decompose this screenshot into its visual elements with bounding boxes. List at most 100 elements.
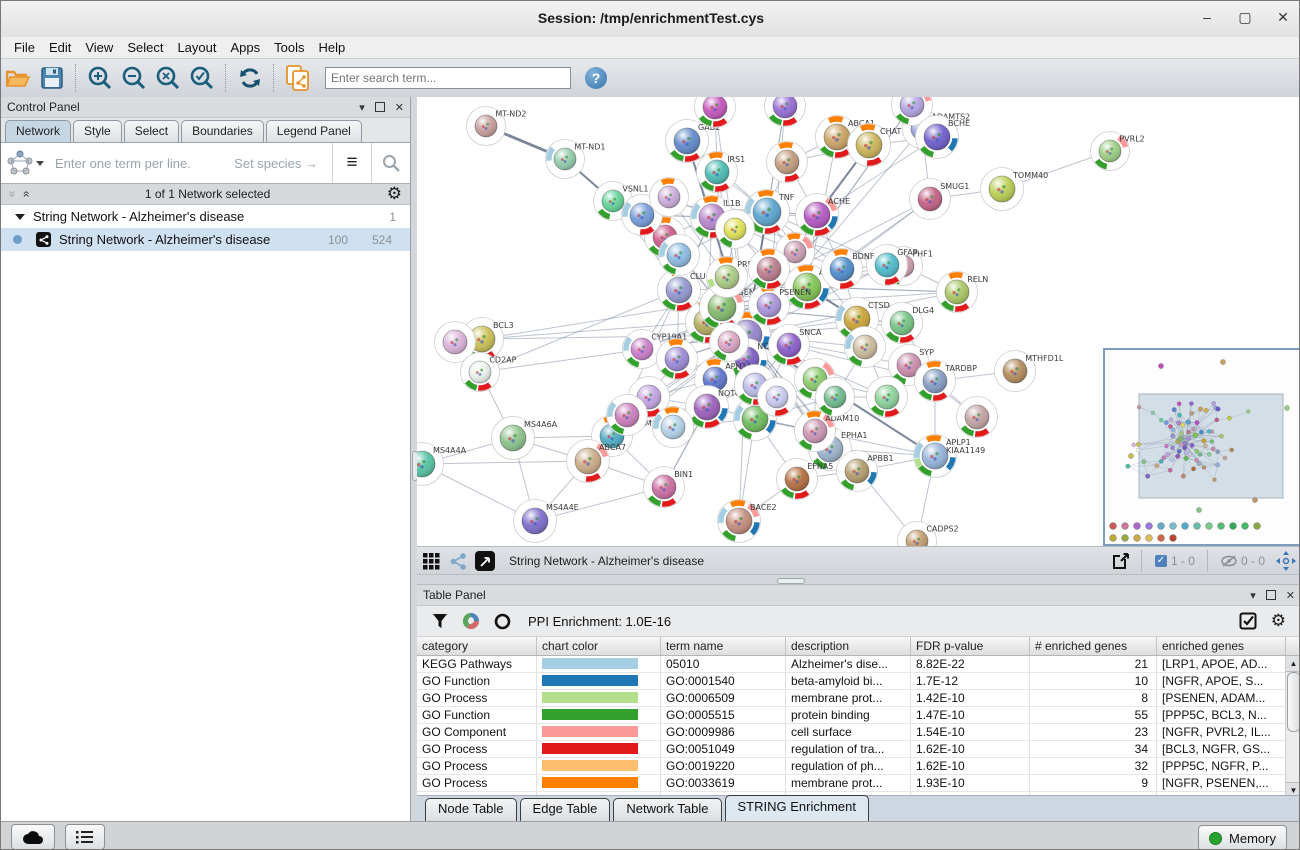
table-row[interactable]: GO FunctionGO:0001540beta-amyloid bi...1… [417,673,1300,690]
menu-view[interactable]: View [78,38,120,57]
network-node[interactable] [1175,454,1180,459]
network-node[interactable] [1155,463,1160,468]
network-node[interactable] [1189,401,1193,405]
network-node[interactable] [1184,450,1188,454]
network-list-gear-icon[interactable]: ⚙ [387,184,402,204]
network-node[interactable] [1198,453,1202,457]
network-node[interactable] [845,327,886,368]
network-node[interactable]: APBB1 [837,451,894,492]
network-node[interactable] [1179,431,1183,435]
species-hint[interactable]: Set species → [234,143,332,183]
table-row[interactable]: GO ProcessGO:0051049regulation of tra...… [417,741,1300,758]
network-canvas[interactable]: MT-ND2MT-ND1VSNL1GAB2IRS1ADAMTS2ABCA1CHA… [417,97,1300,546]
menu-layout[interactable]: Layout [170,38,223,57]
network-node[interactable] [1212,401,1216,405]
network-node[interactable] [1132,443,1136,447]
menu-file[interactable]: File [7,38,42,57]
zoom-selected-icon[interactable] [186,62,218,94]
network-node[interactable] [1169,418,1173,422]
network-node[interactable] [1191,467,1195,471]
network-node[interactable] [1184,456,1189,461]
table-vertical-scrollbar[interactable]: ▲ ▼ [1285,656,1300,798]
network-node[interactable]: MTHFD1L [995,351,1064,392]
expand-all-icon[interactable]: » [18,191,32,198]
network-node[interactable] [607,395,648,436]
pan-crosshair-icon[interactable] [1272,545,1300,577]
panel-menu-icon[interactable]: ▾ [1250,589,1256,602]
network-node[interactable]: CADPS2 [898,522,959,547]
tab-boundaries[interactable]: Boundaries [181,120,264,142]
network-node[interactable] [650,178,689,217]
network-node[interactable] [1171,428,1175,432]
network-node[interactable] [749,249,790,290]
network-node[interactable]: MS4A4A [417,443,467,486]
table-row[interactable]: GO ComponentGO:0009986cell surface1.54E-… [417,724,1300,741]
network-node[interactable] [1170,446,1174,450]
network-node[interactable] [1187,436,1191,440]
network-node[interactable] [1188,453,1192,457]
network-node[interactable]: BCHE [916,116,971,159]
network-node[interactable]: MT-ND1 [546,140,606,179]
clone-network-icon[interactable] [282,62,314,94]
network-node[interactable] [1207,452,1211,456]
network-node[interactable] [767,142,808,183]
table-row[interactable]: GO ProcessGO:0019220regulation of ph...1… [417,758,1300,775]
network-node[interactable] [1166,452,1170,456]
network-node[interactable] [1191,427,1195,431]
network-node[interactable] [1126,464,1131,469]
network-node[interactable] [1162,456,1166,460]
network-node[interactable] [1193,433,1198,438]
tab-edge-table[interactable]: Edge Table [520,798,611,821]
close-button[interactable]: ✕ [1275,9,1291,26]
network-node[interactable] [1227,416,1232,421]
network-node[interactable] [1171,434,1176,439]
column-header[interactable]: chart color [537,637,661,655]
network-node[interactable] [1159,418,1163,422]
string-logo[interactable] [1,143,49,183]
grid-mode-icon[interactable] [418,545,444,577]
column-select-icon[interactable] [1239,612,1257,630]
network-node[interactable]: DLG4 [882,303,935,344]
save-session-icon[interactable] [36,62,68,94]
network-node[interactable] [1223,456,1227,460]
table-settings-gear-icon[interactable]: ⚙ [1271,611,1286,631]
menu-tools[interactable]: Tools [267,38,311,57]
string-query-input[interactable]: Enter one term per line. [49,143,234,183]
network-node[interactable] [1177,449,1181,453]
network-node[interactable] [1145,474,1150,479]
network-node[interactable] [716,210,755,249]
network-node[interactable] [1199,430,1203,434]
panel-float-icon[interactable] [1266,590,1276,600]
panel-close-icon[interactable]: ✕ [395,101,404,114]
network-node[interactable]: CD2AP [461,353,517,392]
birdseye-navigator[interactable] [1103,348,1300,546]
network-node[interactable] [1215,463,1220,468]
network-node[interactable] [1186,420,1191,425]
network-node[interactable]: EFNA5 [777,459,834,500]
network-node[interactable] [1178,436,1183,441]
network-node[interactable] [659,235,700,276]
maximize-button[interactable]: ▢ [1237,9,1253,26]
network-node[interactable] [1202,439,1207,444]
network-node[interactable] [1216,407,1221,412]
network-node[interactable]: APLP1KIAA1149 [914,435,986,478]
network-node[interactable] [1137,405,1141,409]
menu-edit[interactable]: Edit [42,38,78,57]
tab-legend-panel[interactable]: Legend Panel [266,120,362,142]
network-node[interactable] [1213,478,1217,482]
network-node[interactable]: TOMM40 [981,168,1049,211]
tab-select[interactable]: Select [124,120,179,142]
memory-button[interactable]: Memory [1198,825,1287,850]
network-node[interactable] [1204,408,1209,413]
network-node[interactable]: MS4A4E [514,500,579,543]
collection-expander-icon[interactable] [15,214,25,220]
network-node[interactable]: BACE2 [718,500,777,543]
network-node[interactable] [1181,423,1185,427]
network-node[interactable]: TARDBP [915,361,978,402]
ring-chart-icon[interactable] [494,613,511,630]
collection-row[interactable]: String Network - Alzheimer's disease 1 [1,205,410,228]
network-node[interactable] [1195,449,1199,453]
network-node[interactable]: RELN [937,272,989,313]
network-node[interactable] [1195,420,1200,425]
tab-string-enrichment[interactable]: STRING Enrichment [725,795,869,821]
